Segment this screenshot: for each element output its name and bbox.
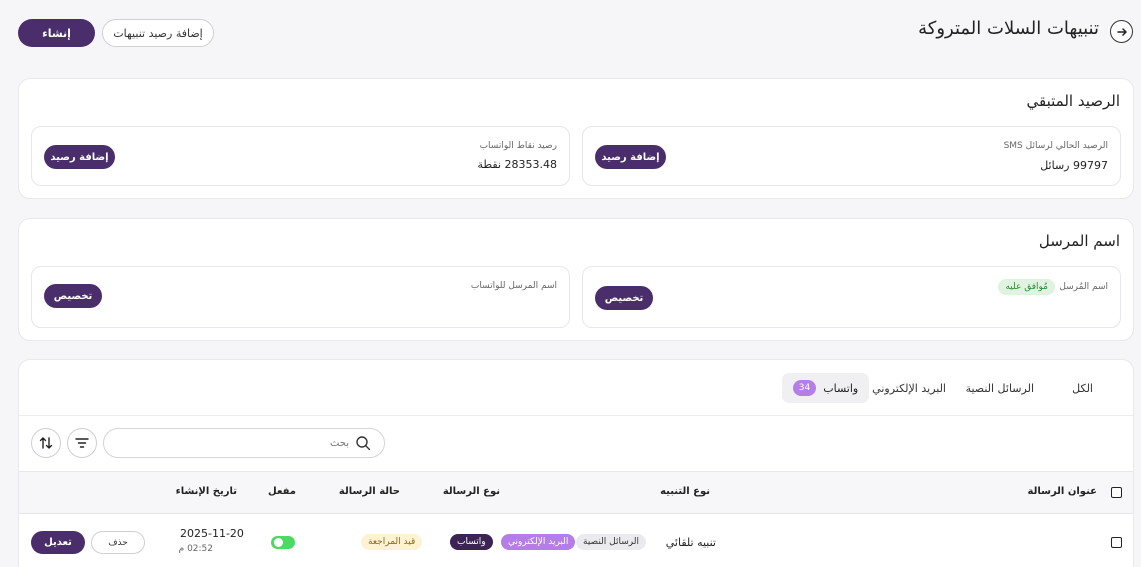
whatsapp-balance-label: رصيد نقاط الواتساب	[479, 141, 557, 151]
delete-button[interactable]: حذف	[91, 531, 145, 554]
sort-button[interactable]	[31, 428, 61, 458]
edit-button[interactable]: تعديل	[31, 531, 85, 554]
whatsapp-count-badge: 34	[792, 380, 817, 396]
tabs-divider	[19, 415, 1133, 416]
whatsapp-sender-label: اسم المرسل للواتساب	[470, 281, 557, 291]
create-button[interactable]: إنشاء	[18, 19, 95, 47]
channel-badge-whatsapp: واتساب	[450, 534, 493, 550]
search-icon	[356, 436, 371, 451]
status-badge: قيد المراجعة	[361, 534, 423, 550]
row-alert-type: تنبيه تلقائي	[665, 536, 716, 549]
approved-badge: مُوافق عليه	[998, 279, 1055, 295]
sender-title: اسم المرسل	[1038, 232, 1120, 250]
tab-whatsapp[interactable]: واتساب 34	[782, 373, 869, 403]
channel-badge-sms: الرسائل النصية	[576, 534, 646, 550]
whatsapp-add-balance-button[interactable]: إضافة رصيد	[44, 145, 115, 169]
balance-title: الرصيد المتبقي	[1026, 92, 1120, 110]
filter-button[interactable]	[67, 428, 97, 458]
tab-all[interactable]: الكل	[1072, 381, 1093, 395]
header-message-title: عنوان الرسالة	[1027, 486, 1097, 497]
arrow-right-icon	[1116, 27, 1127, 36]
row-created-time: 02:52 م	[178, 544, 213, 554]
tab-email[interactable]: البريد الإلكتروني	[872, 381, 946, 395]
sms-customize-button[interactable]: تخصيص	[595, 286, 653, 310]
search-input[interactable]	[149, 435, 349, 451]
row-created-date: 2025-11-20	[180, 527, 244, 540]
page-title: تنبيهات السلات المتروكة	[918, 18, 1099, 39]
filter-icon	[75, 438, 89, 448]
sort-icon	[39, 437, 53, 449]
back-button[interactable]	[1110, 20, 1133, 43]
select-all-checkbox[interactable]	[1111, 487, 1122, 498]
tab-whatsapp-label: واتساب	[823, 381, 859, 395]
enabled-toggle[interactable]	[271, 536, 295, 549]
header-message-status: حالة الرسالة	[338, 486, 400, 497]
channel-badge-email: البريد الإلكتروني	[501, 534, 576, 550]
whatsapp-customize-button[interactable]: تخصيص	[44, 284, 102, 308]
sms-balance-label: الرصيد الحالي لرسائل SMS	[1003, 141, 1108, 151]
sms-balance-value: 99797 رسائل	[1040, 159, 1108, 172]
sms-add-balance-button[interactable]: إضافة رصيد	[595, 145, 666, 169]
whatsapp-sender-box	[31, 266, 570, 328]
header-message-type: نوع الرسالة	[442, 486, 500, 497]
header-enabled: مفعل	[268, 486, 296, 497]
sms-sender-label: اسم المُرسل	[1059, 282, 1108, 292]
header-alert-type: نوع التنبيه	[660, 486, 710, 497]
row-checkbox[interactable]	[1111, 537, 1122, 548]
header-created-date: تاريخ الإنشاء	[175, 486, 237, 497]
toggle-knob	[274, 538, 283, 547]
search-field[interactable]	[103, 428, 385, 458]
tab-sms[interactable]: الرسائل النصية	[966, 381, 1034, 395]
add-alerts-balance-button[interactable]: إضافة رصيد تنبيهات	[102, 19, 214, 47]
whatsapp-balance-value: 28353.48 نقطة	[477, 158, 557, 171]
sms-sender-box	[582, 266, 1121, 328]
